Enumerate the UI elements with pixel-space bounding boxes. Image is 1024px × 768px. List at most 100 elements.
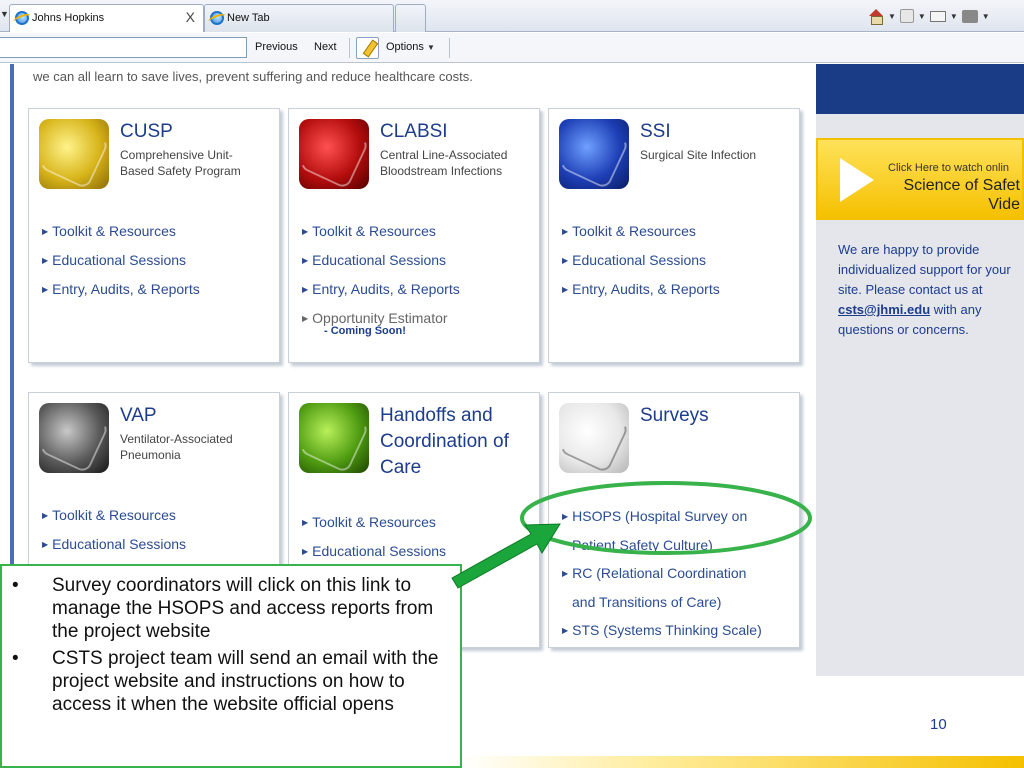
find-options-label: Options <box>386 41 424 53</box>
link-label: HSOPS (Hospital Survey on <box>572 508 748 524</box>
video-caption-line: Science of Safet <box>903 177 1020 194</box>
link-hsops[interactable]: ▶ HSOPS (Hospital Survey on Patient Safet… <box>562 502 762 559</box>
video-caption-small: Click Here to watch onlin <box>888 162 1010 174</box>
link-toolkit-resources[interactable]: ▶ Toolkit & Resources <box>42 501 186 530</box>
find-input[interactable] <box>0 37 247 58</box>
watch-video-button[interactable]: Click Here to watch onlin Science of Saf… <box>816 138 1024 220</box>
link-entry-audits-reports[interactable]: ▶ Entry, Audits, & Reports <box>42 275 200 304</box>
title-line: Handoffs and <box>380 405 493 426</box>
video-caption-big: Science of Safet Vide <box>903 176 1020 214</box>
arrow-right-icon: ▶ <box>562 569 569 578</box>
tab-close-icon[interactable]: X <box>186 9 195 25</box>
mail-icon[interactable] <box>929 10 946 22</box>
highlight-pencil-icon[interactable] <box>356 37 379 59</box>
arrow-right-icon: ▶ <box>562 285 569 294</box>
link-educational-sessions[interactable]: ▶ Educational Sessions <box>302 537 446 566</box>
link-sts[interactable]: ▶ STS (Systems Thinking Scale) <box>562 616 762 645</box>
chevron-down-icon[interactable]: ▼ <box>982 12 990 21</box>
card-links: ▶ HSOPS (Hospital Survey on Patient Safet… <box>562 502 762 645</box>
link-label: RC (Relational Coordination <box>572 565 747 581</box>
annotation-callout: Survey coordinators will click on this l… <box>0 564 462 768</box>
link-toolkit-resources[interactable]: ▶ Toolkit & Resources <box>302 508 446 537</box>
arrow-right-icon: ▶ <box>302 314 309 323</box>
card-links: ▶ Toolkit & Resources ▶ Educational Sessio… <box>562 217 720 304</box>
find-next-button[interactable]: Next <box>314 41 337 53</box>
link-rc[interactable]: ▶ RC (Relational Coordination and Transit… <box>562 559 762 616</box>
tab-johns-hopkins[interactable]: Johns Hopkins X <box>9 4 204 32</box>
chevron-down-icon[interactable]: ▼ <box>950 12 958 21</box>
link-label: Toolkit & Resources <box>312 223 436 239</box>
vap-icon[interactable] <box>38 402 110 474</box>
feeds-icon[interactable] <box>899 9 914 23</box>
link-label: Educational Sessions <box>52 536 187 552</box>
find-options-button[interactable]: Options ▼ <box>386 41 435 53</box>
link-entry-audits-reports[interactable]: ▶ Entry, Audits, & Reports <box>302 275 460 304</box>
link-label: Opportunity Estimator <box>312 310 448 326</box>
card-clabsi: CLABSI Central Line-Associated Bloodstre… <box>288 108 540 363</box>
ie-favicon-icon <box>210 11 224 25</box>
support-text-before: We are happy to provide individualized s… <box>838 242 1011 297</box>
arrow-right-icon: ▶ <box>42 511 49 520</box>
callout-bullet: CSTS project team will send an email wit… <box>2 647 460 716</box>
card-title-ssi[interactable]: SSI <box>640 119 671 145</box>
link-toolkit-resources[interactable]: ▶ Toolkit & Resources <box>42 217 200 246</box>
chevron-down-icon[interactable]: ▼ <box>888 12 896 21</box>
card-subtitle: Ventilator-Associated Pneumonia <box>120 431 233 463</box>
ssi-icon[interactable] <box>558 118 630 190</box>
link-toolkit-resources[interactable]: ▶ Toolkit & Resources <box>562 217 720 246</box>
link-label-continued: Patient Safety Culture) <box>572 537 713 553</box>
link-educational-sessions[interactable]: ▶ Educational Sessions <box>42 246 200 275</box>
support-email-link[interactable]: csts@jhmi.edu <box>838 302 930 317</box>
arrow-right-icon: ▶ <box>302 518 309 527</box>
callout-bullets: Survey coordinators will click on this l… <box>2 566 460 716</box>
subtitle-line: Comprehensive Unit- <box>120 148 233 162</box>
card-title-surveys[interactable]: Surveys <box>640 403 709 429</box>
link-entry-audits-reports[interactable]: ▶ Entry, Audits, & Reports <box>562 275 720 304</box>
link-educational-sessions[interactable]: ▶ Educational Sessions <box>302 246 460 275</box>
chevron-down-icon[interactable]: ▼ <box>918 12 926 21</box>
card-title-cusp[interactable]: CUSP <box>120 119 173 145</box>
card-subtitle: Comprehensive Unit- Based Safety Program <box>120 147 241 179</box>
card-title-clabsi[interactable]: CLABSI <box>380 119 448 145</box>
card-ssi: SSI Surgical Site Infection ▶ Toolkit & R… <box>548 108 800 363</box>
divider <box>449 38 450 58</box>
command-bar: ▼ ▼ ▼ ▼ <box>868 6 990 26</box>
link-label: Toolkit & Resources <box>312 514 436 530</box>
home-icon[interactable] <box>868 9 884 25</box>
cusp-icon[interactable] <box>38 118 110 190</box>
link-educational-sessions[interactable]: ▶ Educational Sessions <box>562 246 720 275</box>
arrow-right-icon: ▶ <box>302 256 309 265</box>
link-label: Toolkit & Resources <box>52 223 176 239</box>
arrow-right-icon: ▶ <box>302 227 309 236</box>
link-label: Educational Sessions <box>312 543 447 559</box>
print-icon[interactable] <box>961 9 978 23</box>
web-page: we can all learn to save lives, prevent … <box>0 64 1024 768</box>
card-cusp: CUSP Comprehensive Unit- Based Safety Pr… <box>28 108 280 363</box>
link-label: Entry, Audits, & Reports <box>52 281 200 297</box>
find-previous-button[interactable]: Previous <box>255 41 298 53</box>
link-label: Toolkit & Resources <box>52 507 176 523</box>
surveys-icon[interactable] <box>558 402 630 474</box>
arrow-right-icon: ▶ <box>42 285 49 294</box>
video-caption-line: Vide <box>988 196 1020 213</box>
tab-title: New Tab <box>227 12 270 24</box>
link-educational-sessions[interactable]: ▶ Educational Sessions <box>42 530 186 559</box>
tab-title: Johns Hopkins <box>32 12 105 24</box>
title-line: Care <box>380 457 422 478</box>
card-title-vap[interactable]: VAP <box>120 403 157 429</box>
tab-list-dropdown-icon[interactable]: ▼ <box>0 9 9 19</box>
link-label-continued: and Transitions of Care) <box>572 594 722 610</box>
browser-tab-bar: ▼ Johns Hopkins X New Tab ▼ ▼ ▼ ▼ <box>0 0 1024 32</box>
arrow-right-icon: ▶ <box>562 626 569 635</box>
card-links: ▶ Toolkit & Resources ▶ Educational Sessio… <box>42 217 200 304</box>
handoffs-icon[interactable] <box>298 402 370 474</box>
link-toolkit-resources[interactable]: ▶ Toolkit & Resources <box>302 217 460 246</box>
card-subtitle: Central Line-Associated Bloodstream Infe… <box>380 147 507 179</box>
sidebar-banner <box>816 64 1024 114</box>
divider <box>349 38 350 58</box>
new-tab-button[interactable] <box>395 4 426 32</box>
arrow-right-icon: ▶ <box>42 540 49 549</box>
clabsi-icon[interactable] <box>298 118 370 190</box>
card-title-handoffs[interactable]: Handoffs and Coordination of Care <box>380 403 509 481</box>
tab-new-tab[interactable]: New Tab <box>204 4 394 32</box>
